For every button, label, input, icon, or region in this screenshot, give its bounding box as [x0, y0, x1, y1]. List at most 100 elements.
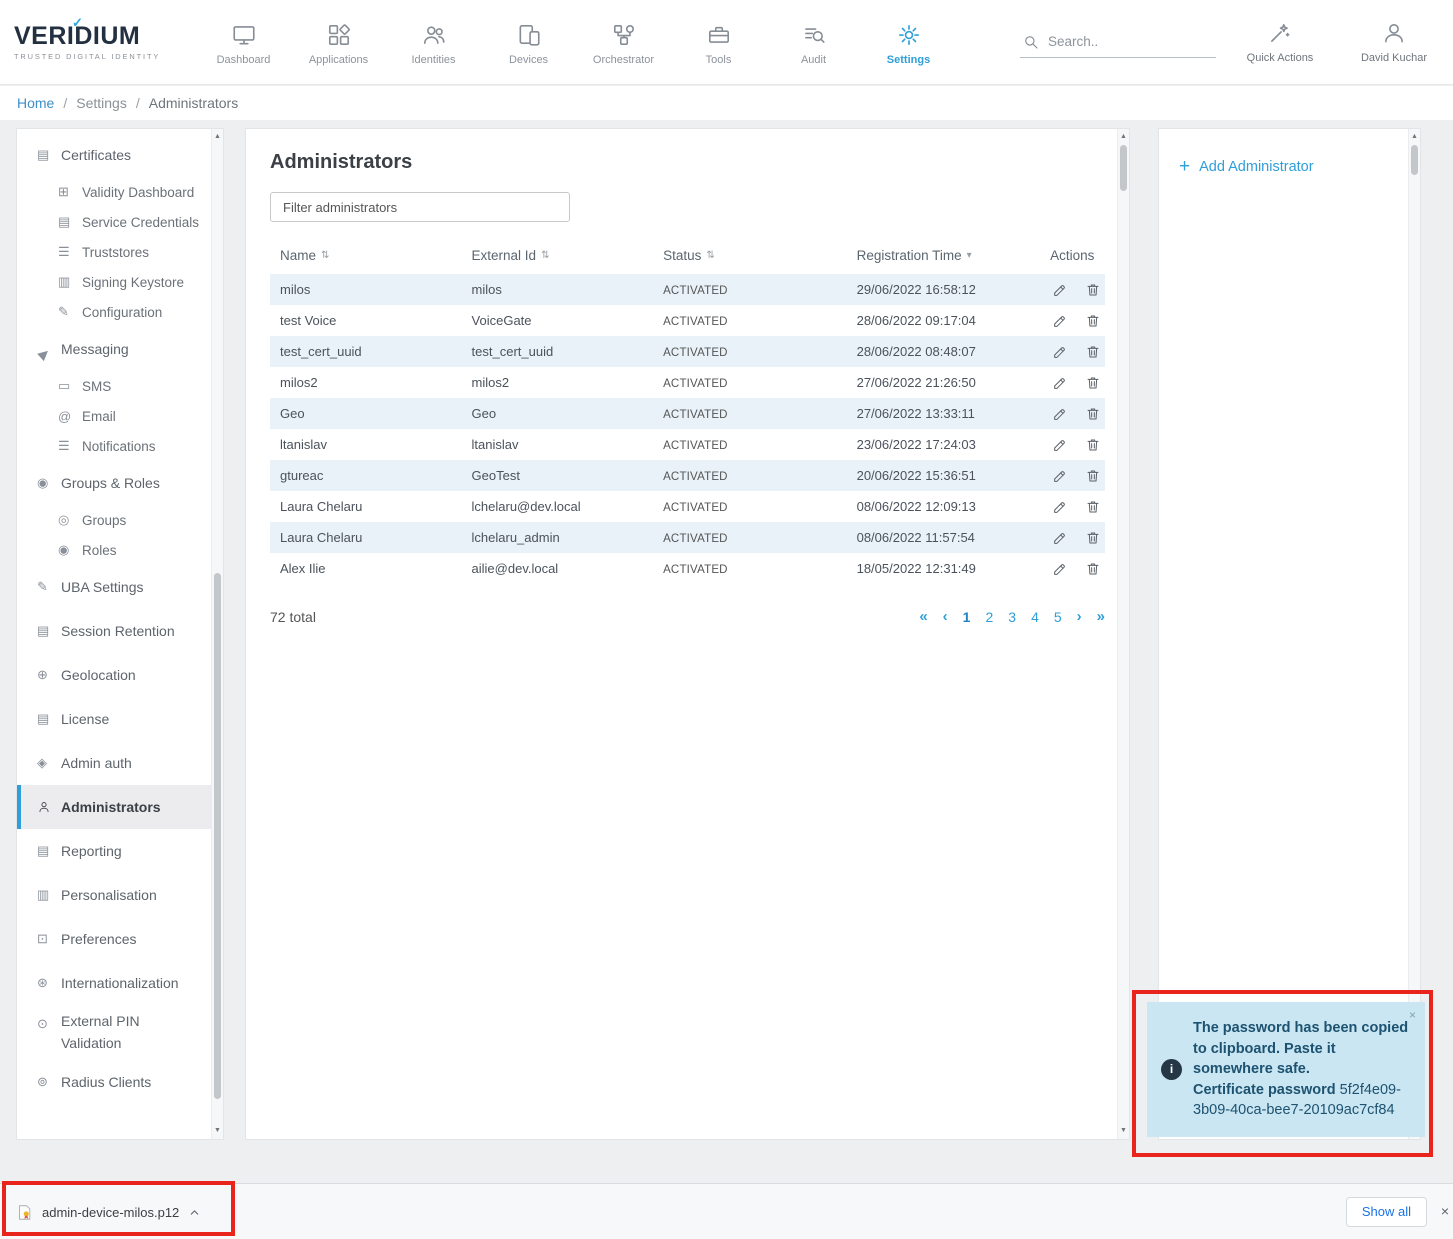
edit-icon[interactable] [1052, 437, 1068, 453]
table-row[interactable]: test Voice VoiceGate ACTIVATED 28/06/202… [270, 305, 1105, 336]
sort-desc-icon[interactable]: ▾ [967, 250, 972, 261]
table-row[interactable]: Alex Ilie ailie@dev.local ACTIVATED 18/0… [270, 553, 1105, 584]
column-header-registration-time[interactable]: Registration Time▾ [847, 248, 1041, 263]
sidebar-item-groups-roles[interactable]: ◉Groups & Roles [17, 461, 223, 505]
scroll-up-icon[interactable]: ▲ [212, 130, 223, 144]
search-input[interactable] [1048, 34, 1198, 49]
sidebar-item-license[interactable]: ▤License [17, 697, 223, 741]
edit-icon[interactable] [1052, 344, 1068, 360]
quick-actions-button[interactable]: Quick Actions [1230, 20, 1330, 64]
scroll-down-icon[interactable]: ▼ [212, 1124, 223, 1138]
nav-item-orchestrator[interactable]: Orchestrator [576, 18, 671, 66]
table-row[interactable]: Laura Chelaru lchelaru_admin ACTIVATED 0… [270, 522, 1105, 553]
sidebar-item-geolocation[interactable]: ⊕Geolocation [17, 653, 223, 697]
delete-icon[interactable] [1085, 282, 1101, 298]
nav-item-audit[interactable]: Audit [766, 18, 861, 66]
sort-icon[interactable]: ⇅ [541, 250, 549, 261]
table-row[interactable]: test_cert_uuid test_cert_uuid ACTIVATED … [270, 336, 1105, 367]
last-page-icon[interactable]: » [1097, 608, 1105, 625]
scrollbar-thumb[interactable] [214, 573, 221, 1098]
scrollbar-thumb[interactable] [1120, 145, 1127, 191]
scroll-down-icon[interactable]: ▼ [1118, 1124, 1129, 1138]
table-row[interactable]: milos milos ACTIVATED 29/06/2022 16:58:1… [270, 274, 1105, 305]
sort-icon[interactable]: ⇅ [706, 250, 714, 261]
table-row[interactable]: milos2 milos2 ACTIVATED 27/06/2022 21:26… [270, 367, 1105, 398]
sidebar-item-sms[interactable]: ▭SMS [17, 371, 223, 401]
sidebar-item-messaging[interactable]: ▶Messaging [17, 327, 223, 371]
sidebar-scrollbar[interactable]: ▲ ▼ [211, 129, 223, 1139]
sidebar-item-signing-keystore[interactable]: ▥Signing Keystore [17, 267, 223, 297]
sidebar-item-email[interactable]: @Email [17, 401, 223, 431]
sidebar-item-administrators[interactable]: Administrators [17, 785, 223, 829]
sidebar-item-certificates[interactable]: ▤Certificates [17, 133, 223, 177]
page-number-4[interactable]: 4 [1031, 609, 1039, 625]
edit-icon[interactable] [1052, 406, 1068, 422]
sidebar-item-radius-clients[interactable]: ⊚Radius Clients [17, 1060, 223, 1104]
edit-icon[interactable] [1052, 468, 1068, 484]
sidebar-item-admin-auth[interactable]: ◈Admin auth [17, 741, 223, 785]
main-scrollbar[interactable]: ▲ ▼ [1117, 129, 1129, 1139]
sidebar-item-reporting[interactable]: ▤Reporting [17, 829, 223, 873]
breadcrumb-settings[interactable]: Settings [76, 95, 127, 111]
sidebar-item-external-pin-validation[interactable]: ⊙External PIN Validation [17, 1005, 223, 1060]
nav-item-applications[interactable]: Applications [291, 18, 386, 66]
table-row[interactable]: Laura Chelaru lchelaru@dev.local ACTIVAT… [270, 491, 1105, 522]
sidebar-item-roles[interactable]: ◉Roles [17, 535, 223, 565]
chevron-up-icon[interactable] [188, 1206, 201, 1219]
sidebar-item-uba-settings[interactable]: ✎UBA Settings [17, 565, 223, 609]
sidebar-item-truststores[interactable]: ☰Truststores [17, 237, 223, 267]
table-row[interactable]: ltanislav ltanislav ACTIVATED 23/06/2022… [270, 429, 1105, 460]
next-page-icon[interactable]: › [1077, 608, 1082, 625]
delete-icon[interactable] [1085, 313, 1101, 329]
show-all-button[interactable]: Show all [1346, 1197, 1427, 1227]
nav-item-dashboard[interactable]: Dashboard [196, 18, 291, 66]
sort-icon[interactable]: ⇅ [321, 250, 329, 261]
sidebar-item-session-retention[interactable]: ▤Session Retention [17, 609, 223, 653]
veridium-logo[interactable]: VERIDIUM ✓ TRUSTED DIGITAL IDENTITY [14, 24, 196, 61]
delete-icon[interactable] [1085, 406, 1101, 422]
breadcrumb-home[interactable]: Home [17, 95, 54, 111]
first-page-icon[interactable]: « [919, 608, 927, 625]
sidebar-item-validity-dashboard[interactable]: ⊞Validity Dashboard [17, 177, 223, 207]
delete-icon[interactable] [1085, 344, 1101, 360]
download-item[interactable]: admin-device-milos.p12 [16, 1184, 201, 1239]
sidebar-item-personalisation[interactable]: ▥Personalisation [17, 873, 223, 917]
right-panel-scrollbar[interactable]: ▲ ▼ [1408, 129, 1420, 1139]
sidebar-item-preferences[interactable]: ⊡Preferences [17, 917, 223, 961]
edit-icon[interactable] [1052, 530, 1068, 546]
filter-administrators-input[interactable] [270, 192, 570, 222]
delete-icon[interactable] [1085, 468, 1101, 484]
sidebar-item-groups[interactable]: ◎Groups [17, 505, 223, 535]
scroll-up-icon[interactable]: ▲ [1118, 130, 1129, 144]
sidebar-item-service-credentials[interactable]: ▤Service Credentials [17, 207, 223, 237]
edit-icon[interactable] [1052, 282, 1068, 298]
add-administrator-button[interactable]: + Add Administrator [1179, 157, 1400, 176]
page-number-5[interactable]: 5 [1054, 609, 1062, 625]
scroll-up-icon[interactable]: ▲ [1409, 130, 1420, 144]
delete-icon[interactable] [1085, 437, 1101, 453]
previous-page-icon[interactable]: ‹ [943, 608, 948, 625]
nav-item-settings[interactable]: Settings [861, 18, 956, 66]
edit-icon[interactable] [1052, 561, 1068, 577]
table-row[interactable]: Geo Geo ACTIVATED 27/06/2022 13:33:11 [270, 398, 1105, 429]
page-number-3[interactable]: 3 [1008, 609, 1016, 625]
page-number-2[interactable]: 2 [985, 609, 993, 625]
edit-icon[interactable] [1052, 313, 1068, 329]
download-bar-close-icon[interactable]: × [1441, 1203, 1449, 1219]
nav-item-devices[interactable]: Devices [481, 18, 576, 66]
column-header-external-id[interactable]: External Id⇅ [462, 248, 654, 263]
edit-icon[interactable] [1052, 499, 1068, 515]
sidebar-item-notifications[interactable]: ☰Notifications [17, 431, 223, 461]
sidebar-item-internationalization[interactable]: ⊛Internationalization [17, 961, 223, 1005]
nav-item-identities[interactable]: Identities [386, 18, 481, 66]
column-header-name[interactable]: Name⇅ [270, 248, 462, 263]
page-number-1[interactable]: 1 [963, 609, 971, 625]
delete-icon[interactable] [1085, 530, 1101, 546]
user-menu[interactable]: David Kuchar [1344, 20, 1444, 64]
nav-item-tools[interactable]: Tools [671, 18, 766, 66]
sidebar-item-configuration[interactable]: ✎Configuration [17, 297, 223, 327]
delete-icon[interactable] [1085, 375, 1101, 391]
delete-icon[interactable] [1085, 499, 1101, 515]
delete-icon[interactable] [1085, 561, 1101, 577]
column-header-status[interactable]: Status⇅ [653, 248, 847, 263]
